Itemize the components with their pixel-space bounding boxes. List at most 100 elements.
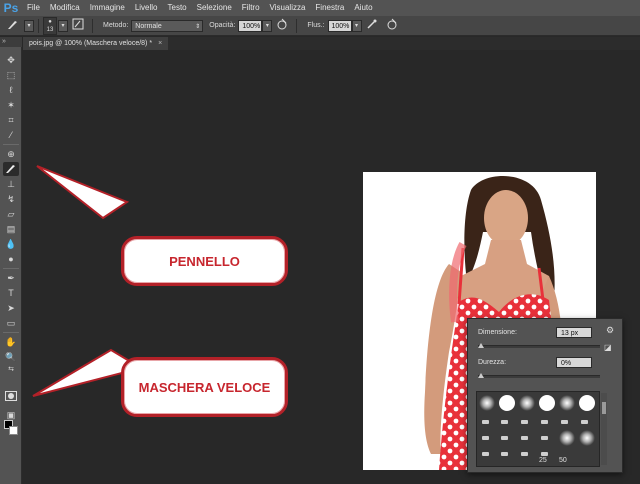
brush-preset-hard[interactable] xyxy=(499,395,515,411)
divider xyxy=(38,18,39,33)
clone-stamp-tool-icon[interactable]: ⊥ xyxy=(3,177,19,191)
brush-preset-tip[interactable] xyxy=(561,420,568,424)
mode-select[interactable]: Normale ⇕ xyxy=(131,19,204,32)
brush-tool-preset-icon[interactable] xyxy=(6,18,20,33)
brush-preset-tip[interactable] xyxy=(521,452,528,456)
brush-panel-toggle-icon[interactable] xyxy=(72,18,84,33)
photoshop-window: Ps File Modifica Immagine Livello Testo … xyxy=(0,0,640,484)
gradient-tool-icon[interactable]: ▤ xyxy=(3,222,19,236)
zoom-tool-icon[interactable]: 🔍 xyxy=(3,350,19,364)
close-icon[interactable]: × xyxy=(158,37,162,50)
toolbar-collapse-handle[interactable]: » xyxy=(0,37,22,47)
brush-preset-soft[interactable] xyxy=(479,395,495,411)
eraser-tool-icon[interactable]: ▱ xyxy=(3,207,19,221)
size-label: Dimensione: xyxy=(478,329,517,336)
magic-wand-tool-icon[interactable]: ✶ xyxy=(3,98,19,112)
screen-mode-icon[interactable]: ▣ xyxy=(3,408,19,422)
lasso-tool-icon[interactable]: ℓ xyxy=(3,83,19,97)
opacity-input[interactable]: 100% xyxy=(238,19,263,32)
callout-maschera-veloce: MASCHERA VELOCE xyxy=(121,357,288,417)
pressure-size-icon[interactable] xyxy=(386,18,398,33)
shape-tool-icon[interactable]: ▭ xyxy=(3,316,19,330)
divider xyxy=(296,18,298,33)
new-preset-icon[interactable]: ◪ xyxy=(604,343,612,352)
brush-preset-tip[interactable] xyxy=(501,420,508,424)
brush-preset-hard[interactable] xyxy=(539,395,555,411)
marquee-tool-icon[interactable]: ⬚ xyxy=(3,68,19,82)
move-tool-icon[interactable]: ✥ xyxy=(3,53,19,67)
quick-mask-icon[interactable] xyxy=(3,391,19,405)
brush-preset-tip[interactable] xyxy=(482,436,489,440)
callout-pennello-pointer xyxy=(36,165,130,220)
crop-tool-icon[interactable]: ⌗ xyxy=(3,113,19,127)
menu-filtro[interactable]: Filtro xyxy=(237,0,265,16)
size-slider-knob[interactable] xyxy=(478,343,484,348)
menu-modifica[interactable]: Modifica xyxy=(45,0,85,16)
brush-picker-dropdown[interactable]: ▾ xyxy=(58,19,68,32)
callout-maschera-text: MASCHERA VELOCE xyxy=(138,379,271,395)
brush-size-picker[interactable]: ● 13 xyxy=(43,16,57,35)
brush-preset-soft[interactable] xyxy=(519,395,535,411)
path-selection-tool-icon[interactable]: ➤ xyxy=(3,301,19,315)
type-tool-icon[interactable]: T xyxy=(3,286,19,300)
brush-preset-soft[interactable] xyxy=(559,395,575,411)
gear-icon[interactable]: ⚙ xyxy=(606,325,614,336)
divider xyxy=(92,18,93,33)
mode-label: Metodo: xyxy=(103,22,129,29)
mode-value: Normale xyxy=(135,22,162,30)
brush-size-value: 13 xyxy=(46,26,54,33)
brush-tool-icon[interactable] xyxy=(3,162,19,176)
document-tab[interactable]: pois.jpg @ 100% (Maschera veloce/8) * × xyxy=(23,37,169,50)
brush-preset-tip[interactable] xyxy=(501,436,508,440)
menu-selezione[interactable]: Selezione xyxy=(192,0,237,16)
brush-preset-tip[interactable] xyxy=(541,420,548,424)
healing-brush-tool-icon[interactable]: ⊕ xyxy=(3,147,19,161)
history-brush-tool-icon[interactable]: ↯ xyxy=(3,192,19,206)
pen-tool-icon[interactable]: ✒ xyxy=(3,271,19,285)
opacity-label: Opacità: xyxy=(209,22,236,29)
flow-label: Flus.: xyxy=(307,22,325,29)
hardness-input[interactable]: 0% xyxy=(556,357,592,368)
brush-preset-tip[interactable] xyxy=(541,452,548,456)
callout-pennello-text: PENNELLO xyxy=(169,253,240,269)
menu-aiuto[interactable]: Aiuto xyxy=(349,0,377,16)
brush-preset-tip[interactable] xyxy=(541,436,548,440)
brush-preset-size: 25 xyxy=(539,457,547,464)
menu-visualizza[interactable]: Visualizza xyxy=(265,0,311,16)
pressure-opacity-icon[interactable] xyxy=(276,18,288,33)
menu-livello[interactable]: Livello xyxy=(130,0,163,16)
swap-colors-icon[interactable]: ⇆ xyxy=(3,363,19,377)
brush-preset-size: 50 xyxy=(559,457,567,464)
airbrush-icon[interactable] xyxy=(366,18,378,33)
flow-input[interactable]: 100% xyxy=(327,19,352,32)
background-color-swatch[interactable] xyxy=(9,426,18,435)
tool-preset-dropdown[interactable]: ▾ xyxy=(24,19,34,32)
blur-tool-icon[interactable]: 💧 xyxy=(3,237,19,251)
dodge-tool-icon[interactable]: ● xyxy=(3,252,19,266)
brush-preset-soft[interactable] xyxy=(579,430,595,446)
hand-tool-icon[interactable]: ✋ xyxy=(3,335,19,349)
brush-preset-tip[interactable] xyxy=(521,436,528,440)
size-input[interactable]: 13 px xyxy=(556,327,592,338)
menu-file[interactable]: File xyxy=(22,0,45,16)
menu-finestra[interactable]: Finestra xyxy=(310,0,349,16)
photoshop-logo: Ps xyxy=(3,1,19,15)
menu-immagine[interactable]: Immagine xyxy=(85,0,130,16)
hardness-slider[interactable] xyxy=(478,373,600,378)
brush-preset-tip[interactable] xyxy=(501,452,508,456)
brush-preset-tip[interactable] xyxy=(581,420,588,424)
flow-dropdown[interactable]: ▾ xyxy=(351,19,362,32)
size-slider[interactable] xyxy=(478,343,600,348)
brush-preset-hard[interactable] xyxy=(579,395,595,411)
document-tab-bar: pois.jpg @ 100% (Maschera veloce/8) * × xyxy=(23,37,640,50)
brush-preset-tip[interactable] xyxy=(482,452,489,456)
brush-preset-tip[interactable] xyxy=(521,420,528,424)
eyedropper-tool-icon[interactable]: ⁄ xyxy=(3,128,19,142)
hardness-slider-knob[interactable] xyxy=(478,373,484,378)
menu-bar: Ps File Modifica Immagine Livello Testo … xyxy=(0,0,640,16)
presets-scrollbar-thumb[interactable] xyxy=(602,402,606,414)
brush-preset-tip[interactable] xyxy=(482,420,489,424)
brush-preset-soft[interactable] xyxy=(559,430,575,446)
menu-testo[interactable]: Testo xyxy=(163,0,192,16)
opacity-dropdown[interactable]: ▾ xyxy=(262,19,273,32)
